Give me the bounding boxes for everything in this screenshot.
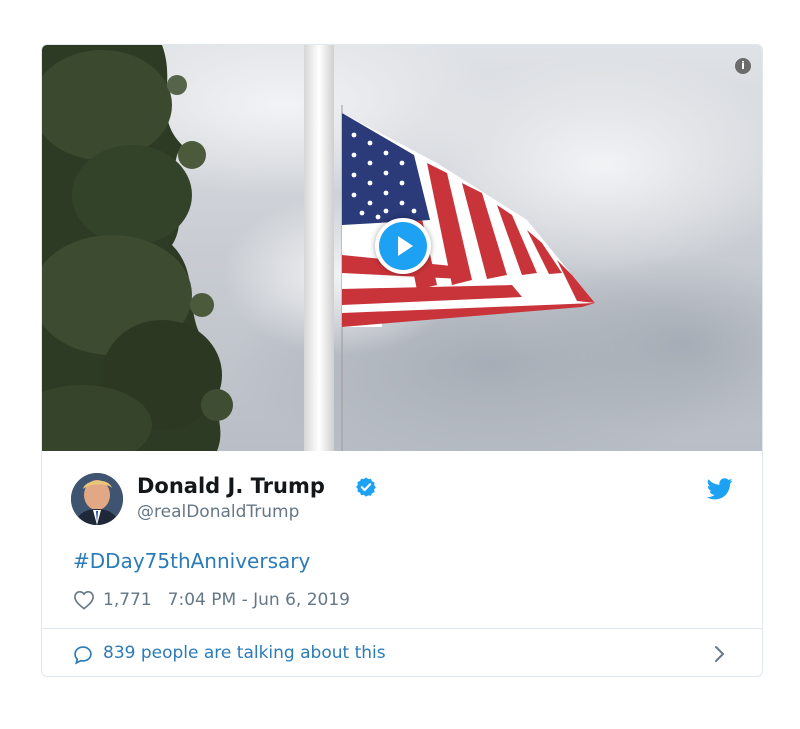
video-player[interactable]: i — [42, 45, 762, 451]
tweet-card: i Donald J. Trump @realDonaldTrump #DDay… — [41, 44, 763, 677]
play-icon — [379, 222, 427, 270]
author-handle[interactable]: @realDonaldTrump — [137, 501, 299, 523]
hashtag-link[interactable]: #DDay75thAnniversary — [73, 548, 310, 574]
talking-count-label: 839 people are talking about this — [103, 643, 386, 663]
twitter-bird-icon[interactable] — [707, 478, 733, 500]
chevron-right-icon — [715, 646, 724, 662]
play-button[interactable] — [375, 218, 431, 274]
comment-bubble-icon — [74, 646, 92, 665]
tweet-meta: 1,771 7:04 PM - Jun 6, 2019 — [73, 589, 350, 611]
conversation-link[interactable]: 839 people are talking about this — [42, 629, 762, 676]
timestamp[interactable]: 7:04 PM - Jun 6, 2019 — [168, 589, 350, 611]
verified-badge-icon — [356, 477, 376, 497]
author-name[interactable]: Donald J. Trump — [137, 473, 325, 499]
info-icon[interactable]: i — [735, 58, 751, 74]
avatar[interactable] — [71, 473, 123, 525]
heart-icon[interactable] — [73, 590, 95, 610]
like-count[interactable]: 1,771 — [103, 589, 152, 611]
